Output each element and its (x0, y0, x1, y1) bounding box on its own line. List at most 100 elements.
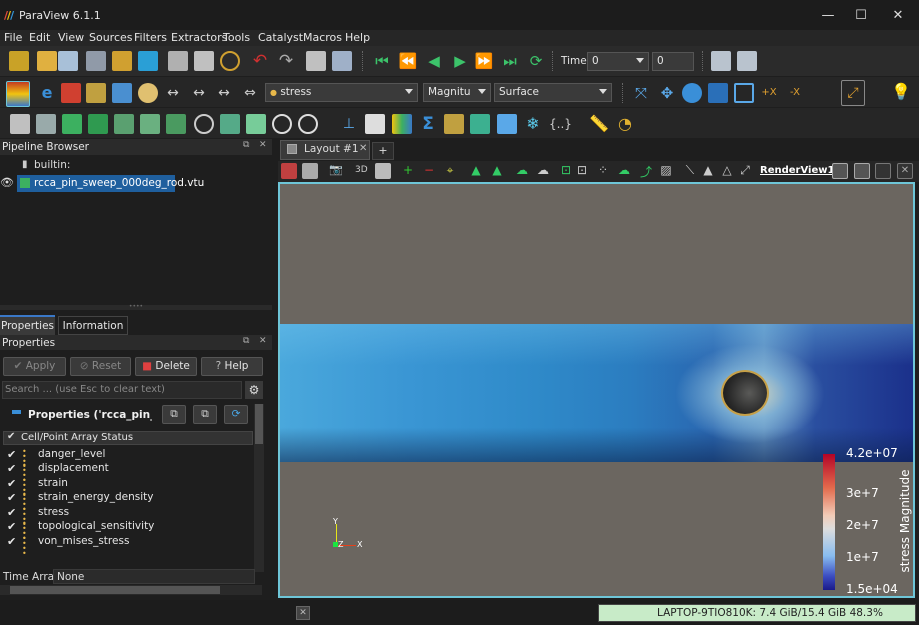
array-checkbox[interactable]: ✔ (7, 520, 16, 533)
array-checkbox[interactable]: ✔ (7, 477, 16, 490)
reset-range-icon[interactable] (61, 83, 81, 103)
paste-properties-button[interactable]: ⧉ (193, 405, 217, 424)
next-frame-icon[interactable]: ⏩ (474, 51, 494, 71)
threshold-icon[interactable] (114, 114, 134, 134)
load-state-icon[interactable] (194, 51, 214, 71)
add-layout-tab-button[interactable]: + (372, 142, 394, 160)
loop-icon[interactable]: ⟳ (526, 51, 546, 71)
array-row[interactable]: ✔ • • • • strain (0, 477, 255, 500)
hover-points-icon[interactable]: ⊡ (558, 163, 574, 179)
palette-icon[interactable] (138, 83, 158, 103)
protractor-icon[interactable]: ◔ (615, 114, 635, 134)
time-array-combo[interactable]: None (53, 569, 255, 584)
timestep-spinbox[interactable]: 0 (652, 52, 694, 71)
zoom-closest-icon[interactable] (682, 83, 702, 103)
menu-file[interactable]: File (4, 31, 22, 44)
array-checkbox[interactable]: ✔ (7, 462, 16, 475)
snowflake-icon[interactable]: ❄ (523, 114, 543, 134)
rescale-visible-icon[interactable] (112, 83, 132, 103)
redo-icon[interactable]: ↷ (276, 51, 296, 71)
recent-files-icon[interactable] (58, 51, 78, 71)
connect-icon[interactable] (112, 51, 132, 71)
gear-icon[interactable]: ⚙ (245, 381, 263, 399)
frustum-select-icon[interactable]: ▲ (700, 163, 716, 179)
array-row[interactable]: ✔ • • • • stress (0, 506, 255, 529)
reset-camera-icon[interactable]: ⇔ (240, 83, 260, 103)
select-cells-on-icon[interactable]: + (400, 163, 416, 179)
tab-information[interactable]: Information (58, 316, 128, 335)
open-folder-icon[interactable] (37, 51, 57, 71)
reset-session-icon[interactable] (306, 51, 326, 71)
pipeline-item-selected[interactable]: rcca_pin_sweep_000deg_rod.vtu (17, 175, 204, 192)
select-points-on-icon[interactable]: − (421, 163, 437, 179)
select-blocks-icon[interactable]: ☁ (514, 163, 530, 179)
calculator-icon[interactable] (10, 114, 30, 134)
undock-icon[interactable]: ⧉ (243, 336, 249, 346)
reset-camera-x-icon[interactable]: ↔ (163, 83, 183, 103)
select-all-checkbox[interactable]: ✔ (7, 431, 15, 442)
hover-cells-icon[interactable]: ⊡ (574, 163, 590, 179)
menu-filters[interactable]: Filters (134, 31, 167, 44)
interactive-select-icon[interactable]: ☁ (535, 163, 551, 179)
first-frame-icon[interactable]: ⏮ (372, 51, 392, 71)
array-row[interactable]: ✔ • • • • danger_level (0, 448, 255, 471)
menu-help[interactable]: Help (345, 31, 370, 44)
render-view[interactable]: Y X Z 4.2e+07 3e+7 2e+7 1e+7 1.5e+04 str… (278, 182, 915, 598)
menu-sources[interactable]: Sources (89, 31, 133, 44)
record-animation-icon[interactable] (737, 51, 757, 71)
array-list-header[interactable]: ✔ Cell/Point Array Status (3, 431, 253, 445)
save-state-icon[interactable] (168, 51, 188, 71)
color-array-combo[interactable]: ● stress (265, 83, 418, 102)
warp-vector-icon[interactable] (220, 114, 240, 134)
menu-macros[interactable]: Macros (303, 31, 342, 44)
histogram-icon[interactable] (392, 114, 412, 134)
show-labels-icon[interactable]: ⟍ (682, 163, 698, 179)
horizontal-scrollbar[interactable] (0, 585, 262, 595)
temporal-icon[interactable] (470, 114, 490, 134)
last-frame-icon[interactable]: ⏭ (500, 51, 520, 71)
select-points-through-icon[interactable]: ▲ (468, 163, 484, 179)
array-checkbox[interactable]: ✔ (7, 506, 16, 519)
color-map-icon[interactable] (6, 81, 30, 107)
integrate-variables-icon[interactable]: Σ (418, 114, 438, 134)
slice-icon[interactable] (88, 114, 108, 134)
open-file-icon[interactable] (9, 51, 29, 71)
menu-tools[interactable]: Tools (223, 31, 250, 44)
component-combo[interactable]: Magnitu (423, 83, 491, 102)
ruler-icon[interactable]: 📏 (589, 114, 609, 134)
reset-view-icon[interactable]: ⤧ (631, 83, 651, 103)
play-icon[interactable]: ▶ (450, 51, 470, 71)
array-checkbox[interactable]: ✔ (7, 448, 16, 461)
descriptive-statistics-icon[interactable] (497, 114, 517, 134)
reset-camera-y-icon[interactable]: ↔ (189, 83, 209, 103)
camera-icon[interactable]: 📷 (328, 163, 344, 179)
time-value-input[interactable]: 0 (587, 52, 649, 71)
pipeline-root[interactable]: builtin: (34, 159, 70, 171)
memory-usage-bar[interactable]: LAPTOP-9TIO810K: 7.4 GiB/15.4 GiB 48.3% (598, 604, 916, 622)
clock-icon[interactable] (220, 51, 240, 71)
contour-icon[interactable] (36, 114, 56, 134)
previous-frame-icon[interactable]: ⏪ (398, 51, 418, 71)
polygon-select-icon[interactable]: △ (719, 163, 735, 179)
plot-selection-icon[interactable] (365, 114, 385, 134)
zoom-view-icon[interactable] (375, 163, 391, 179)
view-3d-toggle[interactable]: 3D (355, 165, 368, 175)
zoom-box-icon[interactable] (708, 83, 728, 103)
interaction-mode-icon[interactable]: ⤢ (841, 80, 865, 106)
plot-over-line-icon[interactable]: ⊥ (339, 114, 359, 134)
save-data-icon[interactable] (86, 51, 106, 71)
undo-icon[interactable]: ↶ (250, 51, 270, 71)
select-cells-through-icon[interactable]: ⌖ (442, 163, 458, 179)
tab-properties[interactable]: Properties (0, 315, 55, 335)
python-shell-icon[interactable] (332, 51, 352, 71)
visibility-eye-icon[interactable]: 👁 (0, 176, 14, 189)
linked-selection-icon[interactable]: ⤢ (737, 163, 753, 179)
split-vertical-icon[interactable] (854, 163, 870, 179)
reset-camera-z-icon[interactable]: ↔ (214, 83, 234, 103)
light-kit-icon[interactable]: 💡 (891, 82, 911, 102)
capture-view-icon[interactable] (302, 163, 318, 179)
properties-search-input[interactable]: Search ... (use Esc to clear text) (2, 381, 242, 399)
array-checkbox[interactable]: ✔ (7, 535, 16, 548)
apply-button[interactable]: ✔ Apply (3, 357, 66, 376)
array-checkbox[interactable]: ✔ (7, 491, 16, 504)
